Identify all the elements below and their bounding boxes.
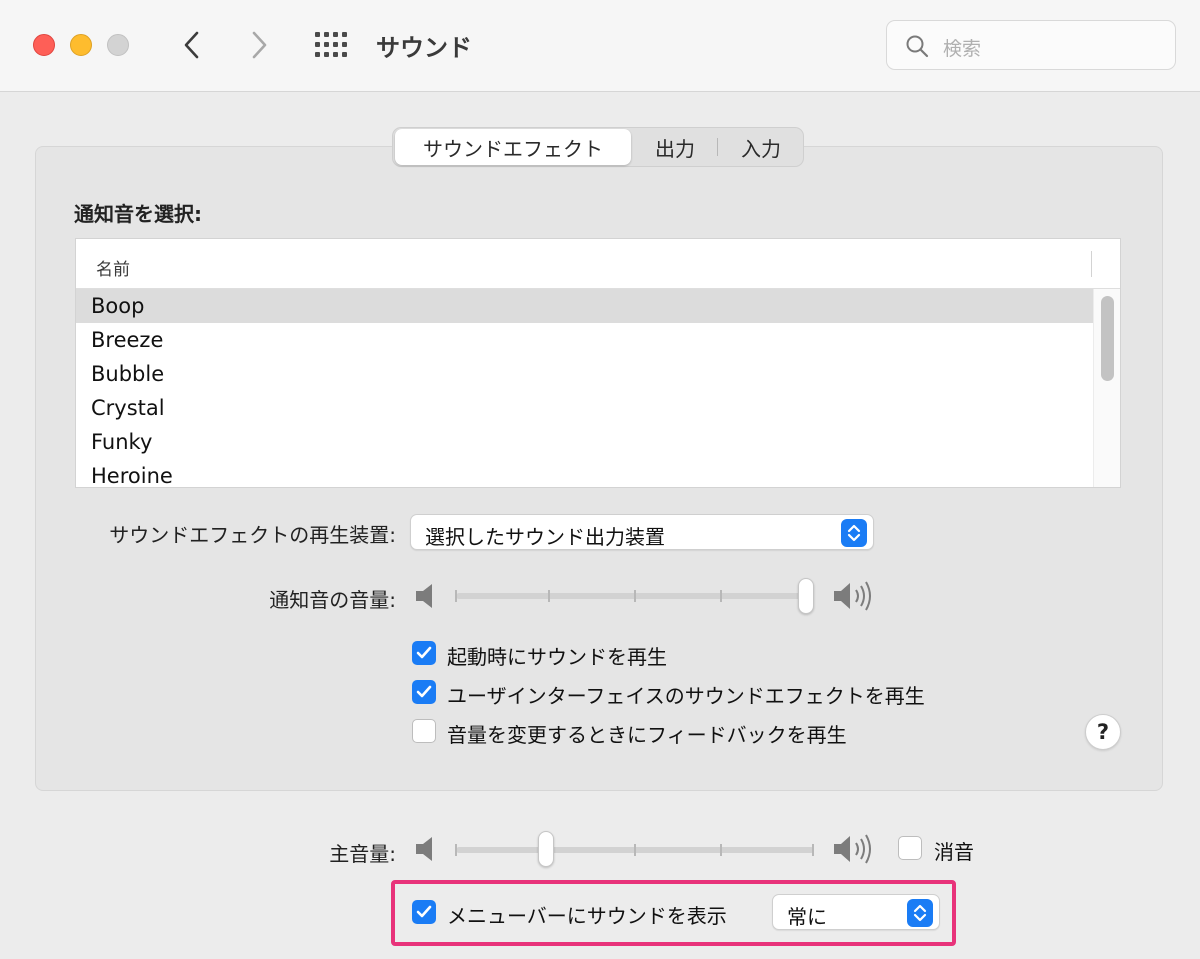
checkmark-icon: [416, 905, 432, 918]
output-volume-label: 主音量:: [329, 842, 396, 866]
table-header[interactable]: 名前: [76, 239, 1120, 289]
search-field[interactable]: 検索: [886, 20, 1176, 70]
table-row[interactable]: Crystal: [76, 391, 1093, 425]
tab-divider: [717, 138, 718, 156]
ui-sound-effects-checkbox[interactable]: [412, 680, 436, 704]
slider-tick: [455, 844, 457, 856]
output-volume-knob[interactable]: [537, 831, 554, 867]
speaker-quiet-icon: [416, 584, 432, 608]
speaker-loud-icon: [834, 834, 871, 864]
startup-sound-checkbox[interactable]: [412, 641, 436, 665]
table-row[interactable]: Heroine: [76, 459, 1093, 487]
sound-list: Boop Breeze Bubble Crystal Funky Heroine: [76, 289, 1093, 487]
table-row[interactable]: Bubble: [76, 357, 1093, 391]
forward-button[interactable]: [242, 28, 276, 62]
playback-device-value: 選択したサウンド出力装置: [425, 525, 665, 549]
column-header-name[interactable]: 名前: [96, 255, 130, 280]
updown-chevron-icon: [841, 519, 867, 547]
menubar-visibility-select[interactable]: 常に: [772, 894, 940, 930]
grid-icon: [315, 32, 347, 57]
alert-volume-label: 通知音の音量:: [269, 588, 396, 612]
chevron-right-icon: [252, 31, 267, 59]
volume-feedback-label[interactable]: 音量を変更するときにフィードバックを再生: [447, 719, 847, 748]
speaker-loud-icon: [834, 581, 871, 611]
table-row[interactable]: Breeze: [76, 323, 1093, 357]
close-window-button[interactable]: [33, 34, 55, 56]
show-in-menubar-checkbox[interactable]: [412, 900, 436, 924]
table-row[interactable]: Funky: [76, 425, 1093, 459]
slider-tick: [455, 590, 457, 602]
help-button[interactable]: ?: [1085, 714, 1121, 750]
scrollbar-thumb[interactable]: [1101, 296, 1114, 381]
startup-sound-label[interactable]: 起動時にサウンドを再生: [447, 641, 667, 670]
alert-sound-table[interactable]: 名前 Boop Breeze Bubble Crystal Funky Hero…: [75, 238, 1121, 488]
tab-sound-effects[interactable]: サウンドエフェクト: [395, 129, 631, 165]
search-placeholder: 検索: [943, 38, 982, 60]
tab-bar: サウンドエフェクト 出力 入力: [392, 127, 804, 167]
mute-checkbox[interactable]: [898, 836, 922, 860]
show-all-button[interactable]: [314, 30, 348, 60]
slider-tick: [634, 590, 636, 602]
table-row[interactable]: Boop: [76, 289, 1093, 323]
slider-tick: [634, 844, 636, 856]
volume-feedback-checkbox[interactable]: [412, 719, 436, 743]
updown-chevron-icon: [907, 899, 933, 927]
slider-tick: [548, 590, 550, 602]
alert-volume-knob[interactable]: [798, 578, 814, 614]
slider-tick: [720, 590, 722, 602]
column-separator: [1091, 251, 1092, 277]
checkmark-icon: [416, 646, 432, 659]
alert-sound-section-label: 通知音を選択:: [74, 202, 202, 226]
playback-device-label: サウンドエフェクトの再生装置:: [109, 523, 396, 547]
window-title: サウンド: [376, 34, 472, 62]
zoom-window-button[interactable]: [107, 34, 129, 56]
chevron-left-icon: [184, 31, 199, 59]
back-button[interactable]: [175, 28, 209, 62]
mute-label[interactable]: 消音: [934, 836, 974, 865]
show-in-menubar-label[interactable]: メニューバーにサウンドを表示: [447, 900, 727, 929]
tab-input[interactable]: 入力: [719, 128, 803, 166]
menubar-visibility-value: 常に: [787, 905, 827, 929]
playback-device-select[interactable]: 選択したサウンド出力装置: [410, 514, 874, 550]
slider-tick: [720, 844, 722, 856]
slider-tick: [812, 844, 814, 856]
minimize-window-button[interactable]: [70, 34, 92, 56]
ui-sound-effects-label[interactable]: ユーザインターフェイスのサウンドエフェクトを再生: [447, 680, 925, 709]
title-bar: サウンド 検索: [0, 0, 1200, 92]
checkmark-icon: [416, 685, 432, 698]
speaker-quiet-icon: [416, 837, 432, 861]
tab-output[interactable]: 出力: [633, 128, 717, 166]
search-icon: [906, 35, 929, 58]
